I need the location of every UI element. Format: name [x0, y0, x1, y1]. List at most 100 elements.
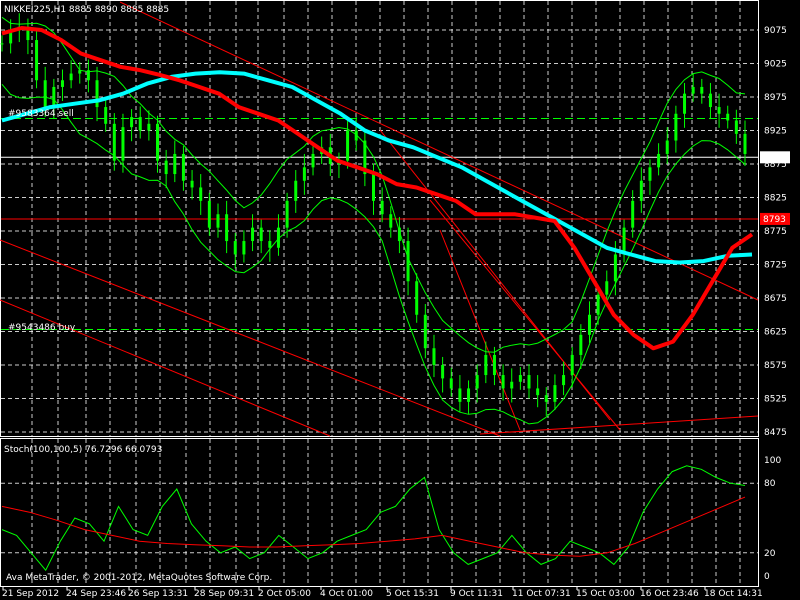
candle-body [35, 40, 39, 81]
sell-order-label[interactable]: #9583364 sell [8, 109, 74, 119]
candle-body [380, 200, 384, 215]
candle-body [527, 375, 531, 389]
time-tick-label: 18 Oct 14:31 [704, 589, 763, 599]
candle-body [372, 174, 375, 201]
time-tick-label: 26 Sep 13:31 [128, 589, 188, 599]
marked-level-label: 8793 [763, 215, 786, 225]
candle-body [346, 130, 350, 161]
candle-body [587, 314, 591, 335]
price-tick-label: 8675 [764, 294, 787, 304]
stoch-title: Stoch(100,100,5) 76.7296 66.0793 [4, 445, 162, 455]
candle-body [700, 86, 704, 94]
candle-body [631, 200, 635, 228]
trendline[interactable] [0, 299, 331, 437]
candle-body [276, 227, 280, 248]
price-axis: 9075902589758925887588258775872586758625… [760, 26, 790, 582]
candle-body [423, 314, 427, 349]
metatrader-chart[interactable]: 9075902589758925887588258775872586758625… [0, 0, 800, 600]
candle-body [674, 113, 678, 141]
candle-body [147, 123, 151, 131]
candle-body [225, 214, 229, 242]
candle-body [242, 241, 246, 255]
candle-body [311, 153, 315, 168]
price-tick-label: 8975 [764, 93, 787, 103]
price-tick-label: 8925 [764, 127, 787, 137]
candle-body [683, 93, 687, 114]
stoch-tick-label: 0 [764, 572, 770, 582]
candle-body [613, 254, 617, 282]
candle-body [156, 123, 160, 161]
stochastic-lines [1, 465, 746, 572]
candle-body [518, 375, 522, 382]
candle-body [605, 281, 609, 295]
candle-body [397, 227, 401, 242]
candle-body [510, 381, 514, 389]
candle-body [449, 378, 453, 389]
time-tick-label: 28 Sep 09:31 [194, 589, 254, 599]
candle-body [536, 388, 540, 396]
candle-body [86, 70, 90, 81]
candle-body [432, 348, 436, 365]
candle-body [173, 153, 177, 175]
candle-body [130, 117, 134, 128]
candle-body [268, 241, 272, 248]
buy-order-label[interactable]: #9543486 buy [8, 323, 76, 333]
trendline[interactable] [119, 1, 759, 301]
price-tick-label: 8625 [764, 328, 787, 338]
candle-body [596, 294, 600, 315]
candle-body [492, 354, 496, 376]
price-tick-label: 8725 [764, 261, 787, 271]
candle-body [691, 86, 695, 94]
candle-body [743, 133, 747, 154]
candle-body [484, 354, 488, 376]
candle-body [406, 241, 410, 282]
candle-body [207, 200, 211, 228]
candle-body [657, 153, 661, 168]
time-tick-label: 5 Oct 15:31 [386, 589, 439, 599]
price-tick-label: 8525 [764, 395, 787, 405]
candle-body [95, 80, 99, 108]
time-axis: 21 Sep 2012 24 Sep 23:46 26 Sep 13:31 28 Se… [2, 586, 763, 599]
candle-body [216, 214, 220, 228]
candle-body [0, 43, 4, 45]
candle-body [138, 117, 142, 131]
price-tick-label: 8775 [764, 227, 787, 237]
candle-body [259, 227, 263, 242]
candle-body [389, 214, 393, 228]
time-tick-label: 2 Oct 05:00 [258, 589, 311, 599]
candle-body [726, 113, 730, 121]
chart-title: NIKKEI225,H1 8885 8890 8885 8885 [4, 5, 169, 15]
candle-body [579, 334, 583, 355]
candle-body [43, 80, 47, 108]
candle-body [734, 120, 738, 134]
price-tick-label: 8825 [764, 194, 787, 204]
time-tick-label: 21 Sep 2012 [2, 589, 59, 599]
candle-body [570, 354, 574, 376]
candle-body [233, 241, 237, 255]
time-tick-label: 15 Oct 03:00 [576, 589, 635, 599]
time-tick-label: 16 Oct 23:46 [640, 589, 699, 599]
candle-body [285, 200, 289, 228]
candle-body [294, 180, 298, 201]
candle-body [251, 227, 255, 242]
candle-body [181, 153, 185, 181]
stoch-tick-label: 20 [764, 549, 776, 559]
price-tick-label: 9025 [764, 60, 787, 70]
candle-body [354, 130, 358, 141]
stoch-tick-label: 100 [764, 456, 781, 466]
candle-body [415, 281, 419, 315]
candle-body [475, 375, 479, 389]
grid [1, 1, 758, 586]
candle-body [562, 375, 566, 386]
candle-body [164, 160, 168, 175]
candle-body [467, 388, 471, 402]
candle-body [302, 167, 306, 181]
candle-body [708, 93, 712, 108]
candle-body [52, 86, 56, 108]
candle-body [121, 127, 125, 161]
price-tick-label: 8475 [764, 428, 787, 438]
candle-body [441, 365, 445, 379]
candle-body [199, 187, 203, 201]
time-tick-label: 24 Sep 23:46 [66, 589, 126, 599]
candles [0, 13, 747, 416]
